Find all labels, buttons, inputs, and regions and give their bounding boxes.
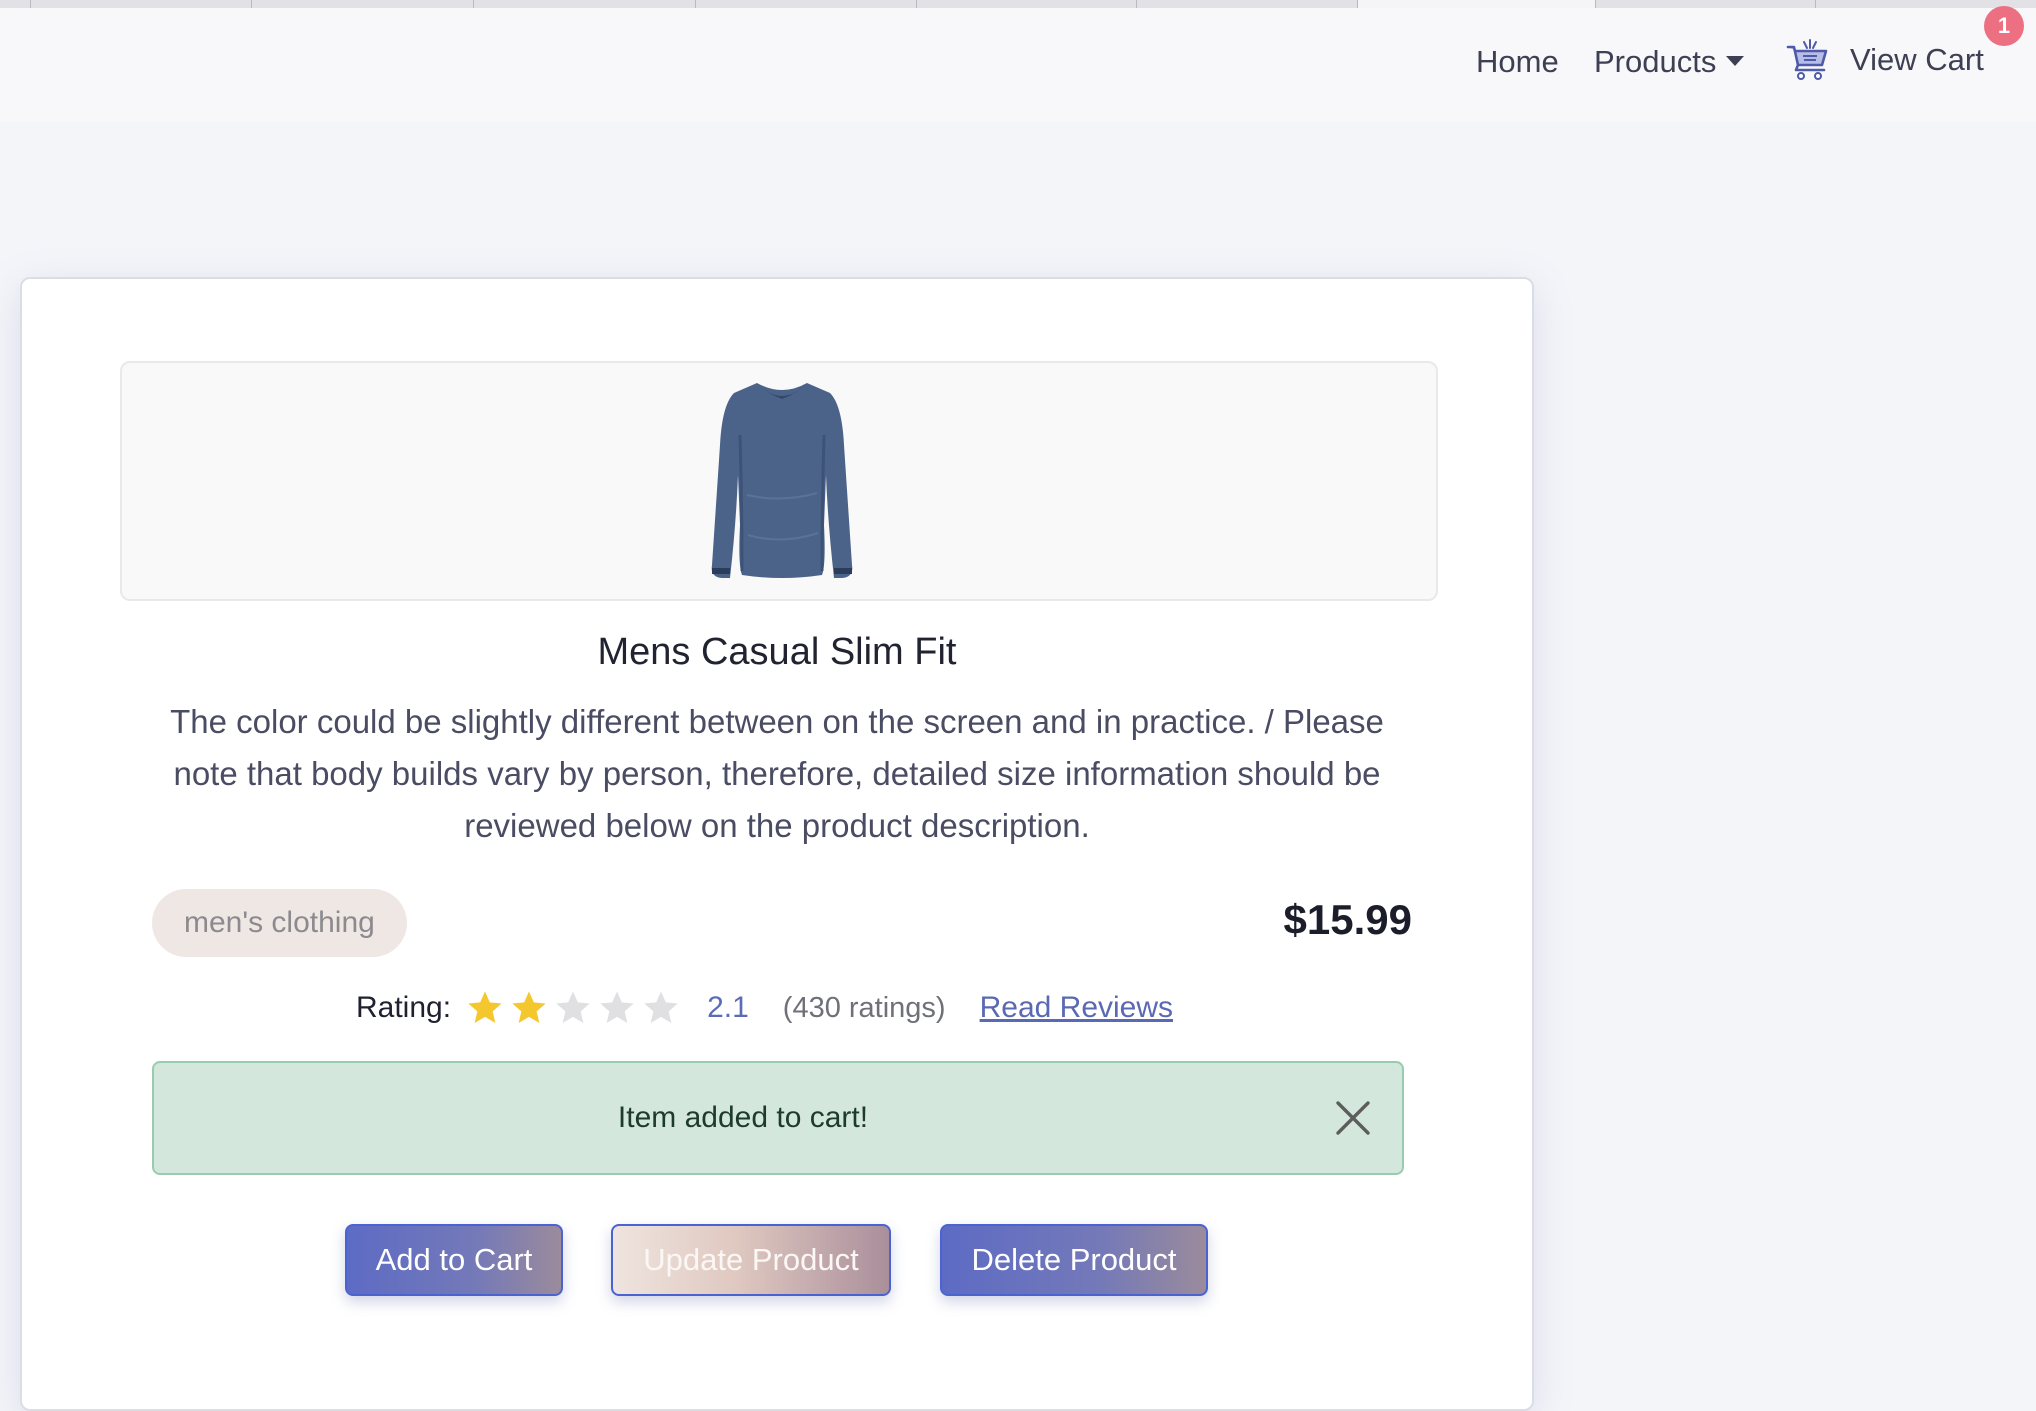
tab-divider	[1357, 0, 1358, 8]
add-to-cart-button[interactable]: Add to Cart	[345, 1224, 563, 1296]
caret-down-icon	[1726, 56, 1745, 66]
delete-product-button[interactable]: Delete Product	[940, 1224, 1208, 1296]
rating-value: 2.1	[707, 991, 749, 1024]
close-icon[interactable]	[1334, 1099, 1372, 1137]
rating-stars	[465, 988, 685, 1028]
alert-message: Item added to cart!	[617, 1101, 869, 1134]
category-badge: men's clothing	[152, 889, 407, 957]
rating-row: Rating: 2.1 (430 ratings) Read Reviews	[356, 983, 1173, 1033]
product-title: Mens Casual Slim Fit	[597, 631, 957, 673]
tab-divider	[1595, 0, 1596, 8]
nav-products-dropdown[interactable]: Products	[1594, 44, 1745, 80]
star-empty-icon	[644, 991, 678, 1023]
tab-divider	[251, 0, 252, 8]
read-reviews-link[interactable]: Read Reviews	[980, 991, 1173, 1025]
rating-label: Rating:	[356, 991, 452, 1024]
star-filled-icon	[468, 991, 502, 1023]
tab-divider	[473, 0, 474, 8]
cart-count-badge: 1	[1984, 6, 2024, 46]
star-empty-icon	[556, 991, 590, 1023]
nav-home-link[interactable]: Home	[1476, 44, 1559, 80]
star-empty-icon	[600, 991, 634, 1023]
tab-divider	[1815, 0, 1816, 8]
nav-products-label: Products	[1594, 44, 1717, 79]
star-filled-icon	[512, 991, 546, 1023]
active-browser-tab[interactable]	[1357, 0, 1595, 8]
update-product-button[interactable]: Update Product	[611, 1224, 891, 1296]
product-description: The color could be slightly different be…	[170, 703, 1384, 844]
view-cart-link[interactable]: View Cart	[1786, 38, 1984, 82]
added-to-cart-alert: Item added to cart!	[152, 1061, 1404, 1175]
view-cart-label: View Cart	[1850, 42, 1984, 77]
shopping-cart-icon	[1786, 39, 1828, 80]
tab-divider	[916, 0, 917, 8]
top-navbar: Home Products View Cart	[0, 8, 2036, 122]
tab-divider	[30, 0, 31, 8]
product-price: $15.99	[1283, 896, 1412, 943]
product-card: Mens Casual Slim Fit The color could be …	[20, 277, 1534, 1411]
tab-divider	[1136, 0, 1137, 8]
product-image-container	[120, 361, 1438, 601]
rating-count: (430 ratings)	[782, 991, 946, 1024]
tab-divider	[695, 0, 696, 8]
product-image	[711, 383, 853, 578]
